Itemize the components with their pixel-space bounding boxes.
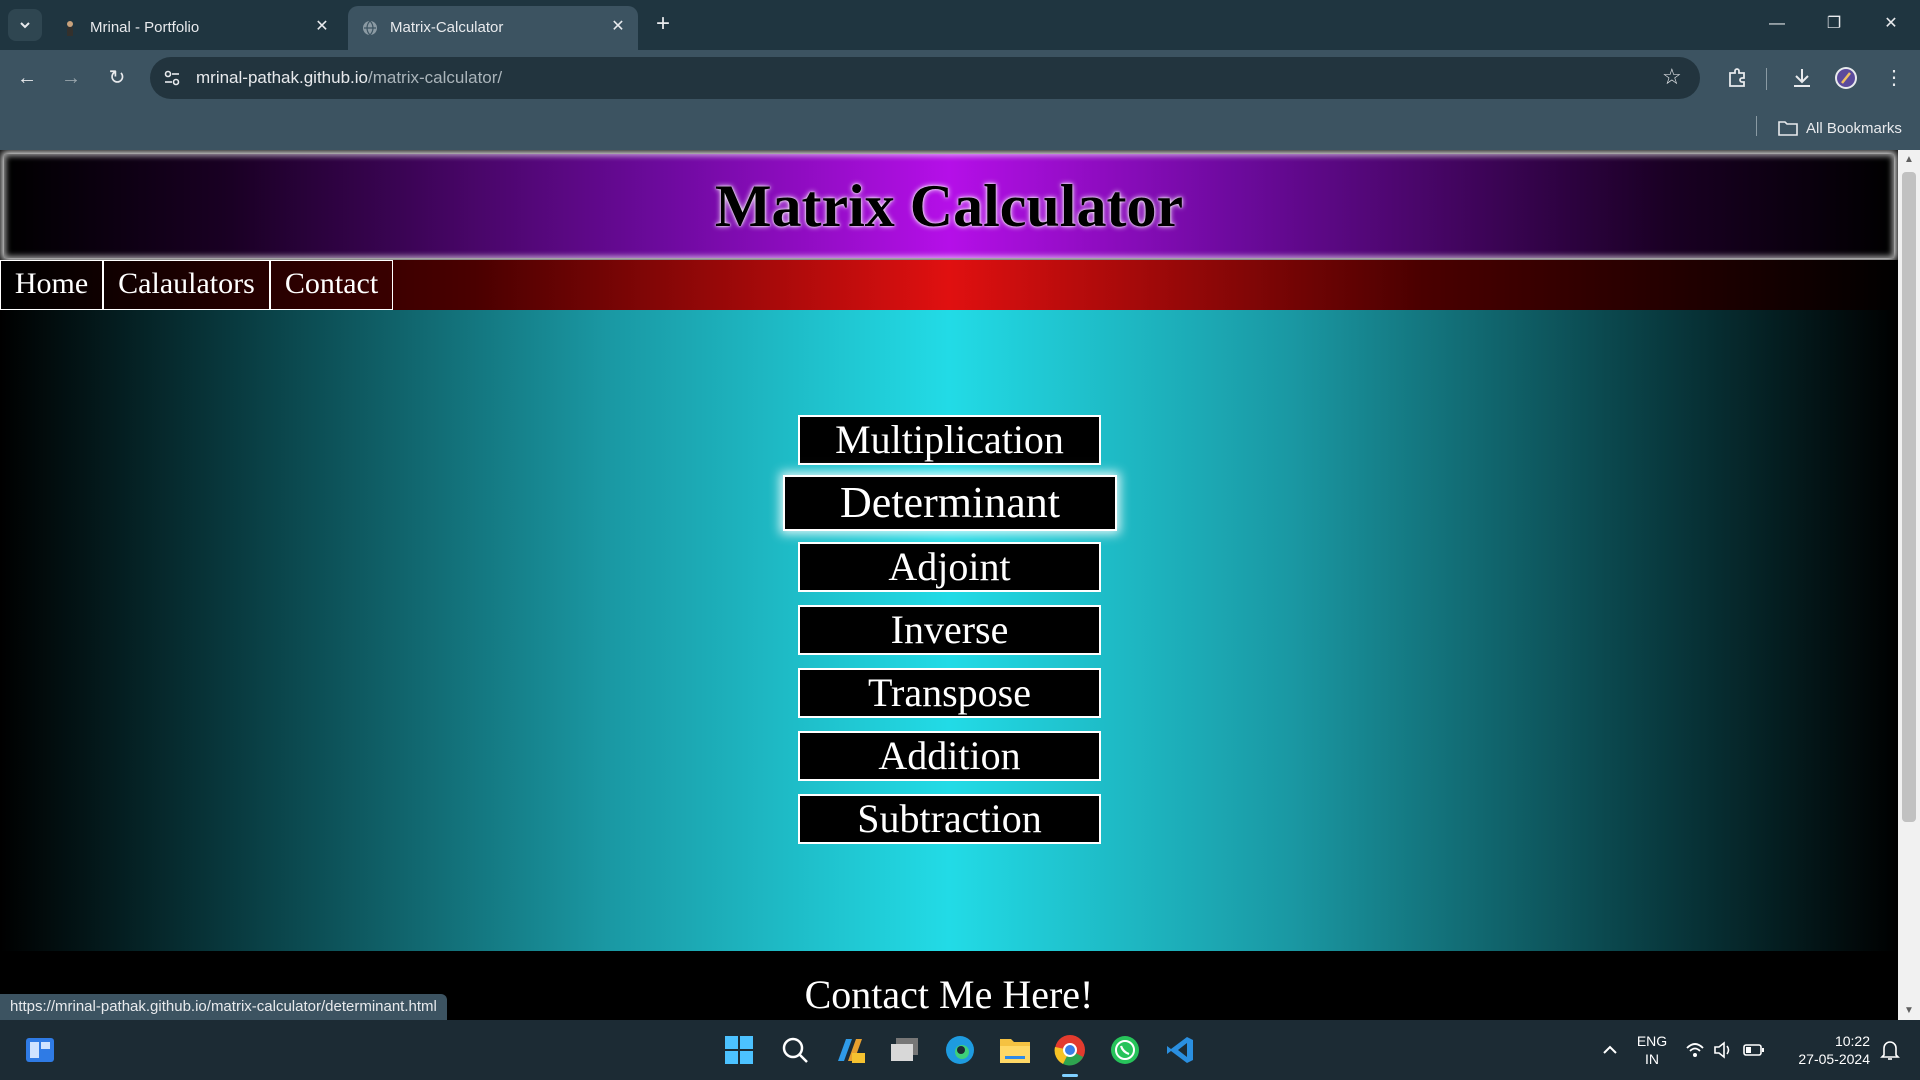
nav-calculators[interactable]: Calaulators <box>103 260 270 310</box>
calculator-list: Multiplication Determinant Adjoint Inver… <box>0 310 1898 951</box>
new-tab-button[interactable]: + <box>650 12 676 38</box>
browser-toolbar: ← → ↻ mrinal-pathak.github.io/matrix-cal… <box>0 50 1920 106</box>
bookmark-star-icon[interactable]: ☆ <box>1662 66 1684 88</box>
clock-time: 10:22 <box>1834 1033 1870 1049</box>
site-info-icon[interactable] <box>162 68 182 88</box>
inverse-button[interactable]: Inverse <box>798 605 1101 655</box>
file-explorer-icon[interactable] <box>997 1032 1033 1068</box>
menu-kebab-icon[interactable]: ⋮ <box>1882 66 1906 90</box>
tab-strip: Mrinal - Portfolio ✕ Matrix-Calculator ✕… <box>0 0 1920 50</box>
link-status-bubble: https://mrinal-pathak.github.io/matrix-c… <box>0 994 447 1020</box>
tab-title: Matrix-Calculator <box>390 19 504 36</box>
wifi-icon <box>1686 1043 1704 1057</box>
scrollbar-thumb[interactable] <box>1902 172 1916 822</box>
restore-icon[interactable]: ❐ <box>1822 12 1846 36</box>
whatsapp-icon[interactable] <box>1107 1032 1143 1068</box>
extensions-icon[interactable] <box>1725 66 1749 90</box>
addition-button[interactable]: Addition <box>798 731 1101 781</box>
all-bookmarks-button[interactable]: All Bookmarks <box>1778 116 1902 140</box>
scroll-up-icon[interactable]: ▲ <box>1898 154 1920 165</box>
nav-home[interactable]: Home <box>0 260 103 310</box>
bookmarks-bar: All Bookmarks <box>0 106 1920 150</box>
active-app-indicator <box>1062 1074 1078 1077</box>
url-path: /matrix-calculator/ <box>367 68 503 87</box>
matrix-calculator-site: Matrix Calculator Home Calaulators Conta… <box>0 150 1898 1020</box>
clock[interactable]: 10:22 27-05-2024 <box>1780 1032 1870 1068</box>
back-icon[interactable]: ← <box>12 63 42 93</box>
tab-title: Mrinal - Portfolio <box>90 19 200 36</box>
quick-settings[interactable] <box>1680 1032 1770 1068</box>
portfolio-favicon-icon <box>67 21 73 36</box>
subtraction-button[interactable]: Subtraction <box>798 794 1101 844</box>
close-window-icon[interactable]: ✕ <box>1879 12 1903 36</box>
bookmarks-divider <box>1756 116 1757 136</box>
region-label: IN <box>1645 1051 1659 1067</box>
chevron-up-icon[interactable] <box>1592 1032 1628 1068</box>
widgets-icon[interactable] <box>22 1032 58 1068</box>
avatar[interactable] <box>1834 66 1858 90</box>
taskbar: ENG IN 10:22 27-05-2024 <box>0 1020 1920 1080</box>
url-text: mrinal-pathak.github.io/matrix-calculato… <box>196 68 502 88</box>
scroll-down-icon[interactable]: ▼ <box>1898 1005 1920 1016</box>
tab-portfolio[interactable]: Mrinal - Portfolio ✕ <box>48 6 342 50</box>
adjoint-button[interactable]: Adjoint <box>798 542 1101 592</box>
globe-icon <box>363 20 377 36</box>
edge-icon[interactable] <box>942 1032 978 1068</box>
reload-icon[interactable]: ↻ <box>102 63 132 93</box>
page-viewport: Matrix Calculator Home Calaulators Conta… <box>0 150 1920 1020</box>
start-windows-icon[interactable] <box>721 1032 757 1068</box>
multiplication-button[interactable]: Multiplication <box>798 415 1101 465</box>
chevron-down-icon <box>20 22 30 29</box>
close-tab-icon[interactable]: ✕ <box>608 17 628 37</box>
battery-icon <box>1743 1044 1764 1056</box>
close-tab-icon[interactable]: ✕ <box>312 17 332 37</box>
notification-bell-icon[interactable] <box>1872 1032 1908 1068</box>
search-icon[interactable] <box>777 1032 813 1068</box>
transpose-button[interactable]: Transpose <box>798 668 1101 718</box>
volume-icon <box>1714 1041 1730 1059</box>
minimize-icon[interactable]: — <box>1765 12 1789 36</box>
download-icon[interactable] <box>1790 66 1814 90</box>
page-scrollbar[interactable]: ▲ ▼ <box>1898 150 1920 1020</box>
tab-search-button[interactable] <box>8 9 42 41</box>
task-view-icon[interactable] <box>887 1032 923 1068</box>
address-bar[interactable]: mrinal-pathak.github.io/matrix-calculato… <box>150 57 1700 99</box>
language-label: ENG <box>1636 1033 1668 1049</box>
toolbar-divider <box>1766 68 1767 90</box>
site-header: Matrix Calculator <box>4 154 1894 258</box>
url-host: mrinal-pathak.github.io <box>196 68 368 87</box>
language-indicator[interactable]: ENG IN <box>1630 1032 1674 1068</box>
nav-contact[interactable]: Contact <box>270 260 393 310</box>
page-title: Matrix Calculator <box>714 173 1184 239</box>
site-nav: Home Calaulators Contact <box>0 260 1898 310</box>
forward-icon[interactable]: → <box>56 63 86 93</box>
all-bookmarks-label: All Bookmarks <box>1806 119 1902 137</box>
determinant-button[interactable]: Determinant <box>783 475 1117 531</box>
copilot-icon[interactable] <box>832 1032 868 1068</box>
chrome-icon[interactable] <box>1052 1032 1088 1068</box>
tab-matrix-calculator[interactable]: Matrix-Calculator ✕ <box>348 6 638 50</box>
vscode-icon[interactable] <box>1162 1032 1198 1068</box>
folder-icon <box>1778 121 1798 136</box>
clock-date: 27-05-2024 <box>1798 1051 1870 1067</box>
